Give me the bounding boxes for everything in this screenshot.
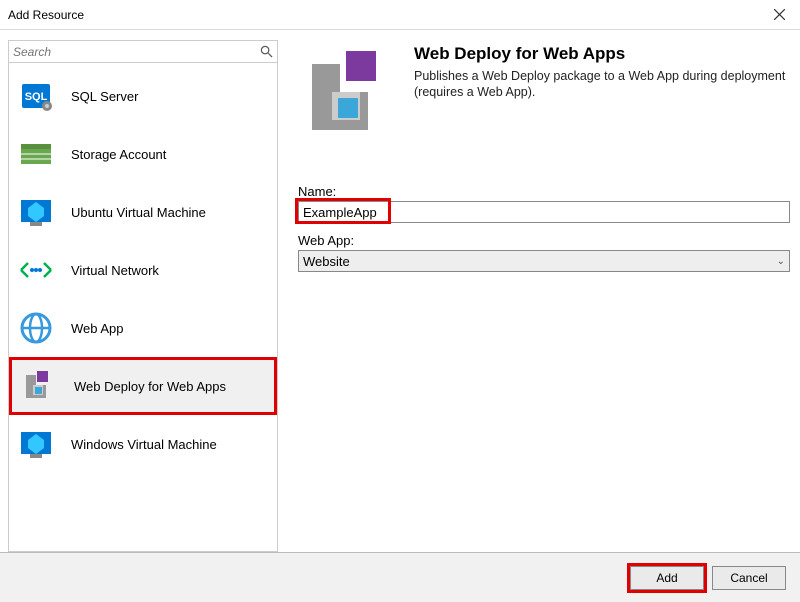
window-title: Add Resource [8,8,84,22]
resource-item-label: SQL Server [71,89,138,104]
resource-item-label: Virtual Network [71,263,159,278]
storage-account-icon [17,135,55,173]
close-icon [774,9,785,20]
resource-item-virtual-network[interactable]: Virtual Network [9,241,277,299]
resource-item-web-app[interactable]: Web App [9,299,277,357]
detail-form: Name: Web App: Website ⌄ [298,184,790,272]
cancel-button-label: Cancel [730,571,767,585]
search-box[interactable] [9,41,277,63]
web-deploy-icon [20,367,58,405]
webapp-select-value: Website [303,254,777,269]
resource-item-label: Windows Virtual Machine [71,437,217,452]
resource-item-web-deploy[interactable]: Web Deploy for Web Apps [9,357,277,415]
resource-item-label: Ubuntu Virtual Machine [71,205,206,220]
cancel-button[interactable]: Cancel [712,566,786,590]
svg-text:SQL: SQL [25,91,48,103]
detail-header: Web Deploy for Web Apps Publishes a Web … [298,44,790,144]
web-app-icon [17,309,55,347]
content-area: SQL SQL Server Storage A [0,30,800,552]
webapp-label: Web App: [298,233,790,248]
virtual-network-icon [17,251,55,289]
resource-item-sql-server[interactable]: SQL SQL Server [9,67,277,125]
detail-header-text: Web Deploy for Web Apps Publishes a Web … [414,44,790,101]
chevron-down-icon: ⌄ [777,256,785,267]
sql-server-icon: SQL [17,77,55,115]
resource-item-storage-account[interactable]: Storage Account [9,125,277,183]
detail-panel: Web Deploy for Web Apps Publishes a Web … [298,40,790,552]
add-button[interactable]: Add [630,566,704,590]
windows-vm-icon [17,425,55,463]
resource-panel: SQL SQL Server Storage A [8,40,278,552]
dialog-footer: Add Cancel [0,552,800,602]
resource-item-ubuntu-vm[interactable]: Ubuntu Virtual Machine [9,183,277,241]
add-button-label: Add [656,571,677,585]
name-label: Name: [298,184,790,199]
resource-item-label: Web App [71,321,124,336]
resource-item-windows-vm[interactable]: Windows Virtual Machine [9,415,277,473]
resource-item-label: Storage Account [71,147,166,162]
search-input[interactable] [13,45,260,59]
detail-description: Publishes a Web Deploy package to a Web … [414,68,790,101]
search-icon [260,45,273,58]
webapp-select[interactable]: Website ⌄ [298,250,790,272]
detail-title: Web Deploy for Web Apps [414,44,790,64]
web-deploy-large-icon [298,44,398,144]
name-input[interactable] [298,201,790,223]
resource-item-label: Web Deploy for Web Apps [74,379,226,394]
close-button[interactable] [758,0,800,30]
titlebar: Add Resource [0,0,800,30]
ubuntu-vm-icon [17,193,55,231]
resource-list: SQL SQL Server Storage A [9,63,277,551]
